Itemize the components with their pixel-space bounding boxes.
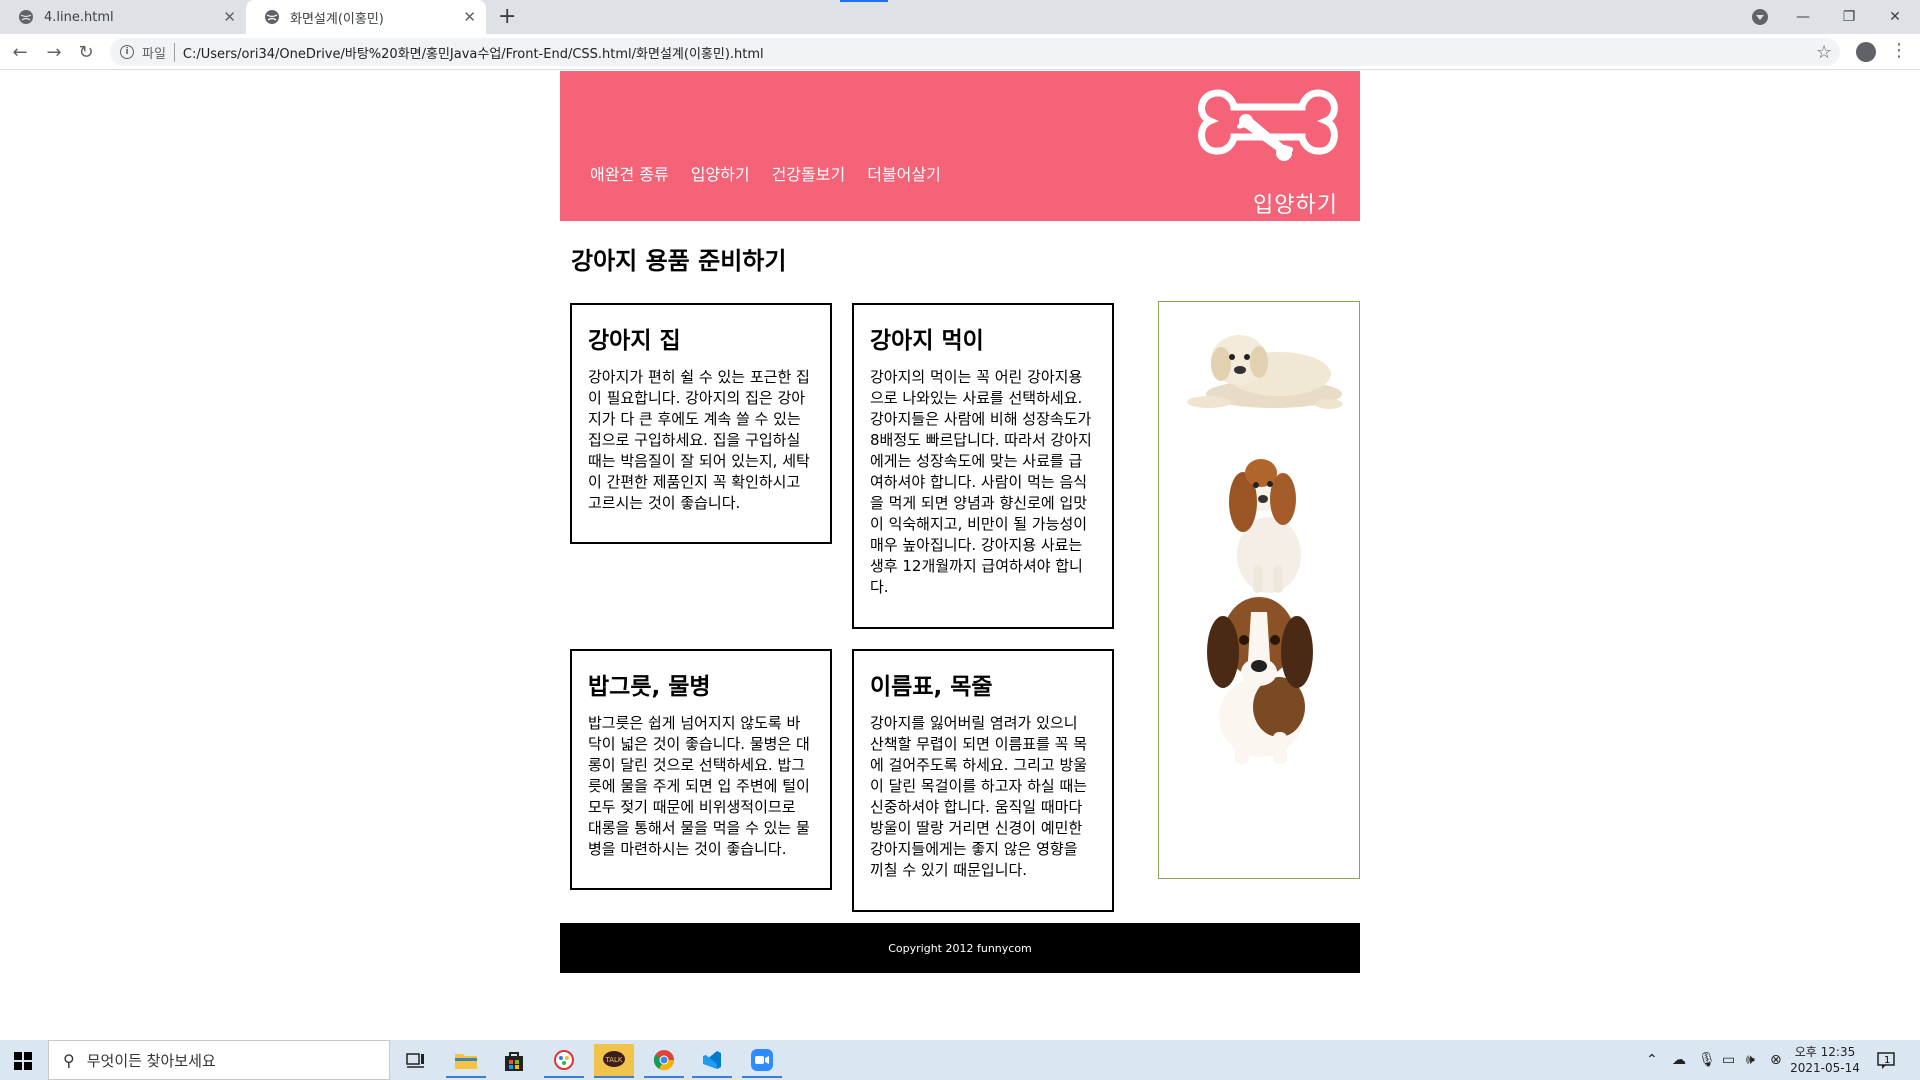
card-title: 밥그릇, 물병 xyxy=(588,674,711,700)
tab-active-page[interactable]: 화면설계(이홍민) ✕ xyxy=(246,0,486,34)
tab-drag-indicator xyxy=(840,0,888,2)
windows-taskbar: ⚲ 무엇이든 찾아보세요 TALK ⌃ ☁ 🎙 ▭ 🕪 ⊗ 오후 12:35 2… xyxy=(0,1040,1920,1080)
spaniel-image xyxy=(1229,459,1301,593)
site-footer: Copyright 2012 funnycom xyxy=(560,923,1360,973)
taskbar-clock[interactable]: 오후 12:35 2021-05-14 xyxy=(1790,1044,1860,1076)
kakaotalk-icon[interactable]: TALK xyxy=(594,1044,634,1078)
chrome-icon[interactable] xyxy=(644,1044,684,1078)
tray-chevron-icon[interactable]: ⌃ xyxy=(1646,1040,1658,1080)
card-title: 이름표, 목줄 xyxy=(870,674,993,700)
tab-title: 화면설계(이홍민) xyxy=(290,11,384,27)
onedrive-icon[interactable]: ☁ xyxy=(1672,1040,1686,1080)
menu-kebab-icon[interactable]: ⋮ xyxy=(1890,40,1908,61)
nav-item-living-together[interactable]: 더불어살기 xyxy=(867,161,941,185)
card-name-tag-collar: 이름표, 목줄 강아지를 잃어버릴 염려가 있으니 산책할 무렵이 되면 이름표… xyxy=(852,649,1114,912)
site-header: 애완견 종류 입양하기 건강돌보기 더불어살기 입양하기 xyxy=(560,71,1360,221)
nav-item-dog-breeds[interactable]: 애완견 종류 xyxy=(590,161,669,185)
vscode-icon[interactable] xyxy=(692,1044,732,1078)
card-body: 밥그릇은 쉽게 넘어지지 않도록 바닥이 넓은 것이 좋습니다. 물병은 대롱이… xyxy=(588,714,810,858)
file-explorer-icon[interactable] xyxy=(446,1044,486,1078)
dog-image-panel xyxy=(1158,301,1360,879)
card-title: 강아지 먹이 xyxy=(870,328,984,354)
forward-icon[interactable]: → xyxy=(42,40,66,64)
globe-icon xyxy=(19,10,33,24)
close-icon[interactable]: ✕ xyxy=(463,9,476,25)
header-adopt-label: 입양하기 xyxy=(1253,193,1338,218)
url-text[interactable]: C:/Users/ori34/OneDrive/바탕%20화면/홍민Java수업… xyxy=(183,43,764,62)
card-body: 강아지를 잃어버릴 염려가 있으니 산책할 무렵이 되면 이름표를 꼭 목에 걸… xyxy=(870,714,1088,879)
back-icon[interactable]: ← xyxy=(8,40,32,64)
nav-item-adoption[interactable]: 입양하기 xyxy=(691,161,750,185)
page-title: 강아지 용품 준비하기 xyxy=(571,247,787,275)
search-icon: ⚲ xyxy=(63,1050,75,1070)
card-body: 강아지의 먹이는 꼭 어린 강아지용으로 나와있는 사료를 선택하세요. 강아지… xyxy=(870,368,1092,596)
nav-item-health[interactable]: 건강돌보기 xyxy=(772,161,846,185)
zoom-icon[interactable] xyxy=(742,1044,782,1078)
reload-icon[interactable]: ↻ xyxy=(74,40,98,64)
new-tab-button[interactable]: + xyxy=(498,4,516,29)
url-scheme: 파일 xyxy=(142,42,175,62)
close-window-button[interactable]: ✕ xyxy=(1872,0,1918,34)
tab-search-icon[interactable] xyxy=(1752,9,1768,25)
taskbar-search-input[interactable]: ⚲ 무엇이든 찾아보세요 xyxy=(48,1040,390,1080)
puppy-lying-image xyxy=(1187,335,1343,409)
network-icon[interactable]: ▭ xyxy=(1722,1040,1735,1080)
bone-logo-icon xyxy=(1198,89,1338,161)
volume-icon[interactable]: 🕪 xyxy=(1746,1040,1755,1080)
notification-count: 1 xyxy=(1884,1055,1891,1066)
tab-line-html[interactable]: 4.line.html ✕ xyxy=(0,0,246,34)
minimize-button[interactable]: — xyxy=(1780,0,1826,34)
address-bar[interactable]: i 파일 C:/Users/ori34/OneDrive/바탕%20화면/홍민J… xyxy=(110,38,1840,66)
info-icon[interactable]: i xyxy=(120,45,134,59)
toolbar: ← → ↻ i 파일 C:/Users/ori34/OneDrive/바탕%20… xyxy=(0,34,1920,70)
page-container: 애완견 종류 입양하기 건강돌보기 더불어살기 입양하기 강아지 용품 준비하기… xyxy=(560,71,1360,973)
profile-avatar[interactable] xyxy=(1856,42,1876,62)
notification-icon[interactable]: 1 xyxy=(1876,1050,1896,1070)
tab-title: 4.line.html xyxy=(44,9,114,25)
search-placeholder: 무엇이든 찾아보세요 xyxy=(86,1051,216,1070)
svg-text:TALK: TALK xyxy=(604,1056,622,1064)
card-dog-food: 강아지 먹이 강아지의 먹이는 꼭 어린 강아지용으로 나와있는 사료를 선택하… xyxy=(852,303,1114,629)
beagle-image xyxy=(1207,597,1313,764)
tab-strip: 4.line.html ✕ 화면설계(이홍민) ✕ + — ❐ ✕ xyxy=(0,0,1920,34)
card-dog-house: 강아지 집 강아지가 편히 쉴 수 있는 포근한 집이 필요합니다. 강아지의 … xyxy=(570,303,832,544)
store-icon[interactable] xyxy=(494,1044,534,1078)
clock-time: 오후 12:35 xyxy=(1794,1045,1856,1059)
paint-app-icon[interactable] xyxy=(544,1044,584,1078)
clock-date: 2021-05-14 xyxy=(1790,1061,1860,1075)
bookmark-star-icon[interactable]: ☆ xyxy=(1816,42,1832,63)
card-body: 강아지가 편히 쉴 수 있는 포근한 집이 필요합니다. 강아지의 집은 강아지… xyxy=(588,368,810,512)
globe-icon xyxy=(265,10,279,24)
card-bowl-bottle: 밥그릇, 물병 밥그릇은 쉽게 넘어지지 않도록 바닥이 넓은 것이 좋습니다.… xyxy=(570,649,832,890)
card-title: 강아지 집 xyxy=(588,328,681,354)
main-nav: 애완견 종류 입양하기 건강돌보기 더불어살기 xyxy=(590,161,941,185)
task-view-icon[interactable] xyxy=(396,1044,436,1078)
restore-button[interactable]: ❐ xyxy=(1826,0,1872,34)
close-icon[interactable]: ✕ xyxy=(223,9,236,25)
ime-icon[interactable]: ⊗ xyxy=(1770,1040,1782,1080)
microphone-icon[interactable]: 🎙 xyxy=(1698,1040,1716,1080)
windows-start-icon[interactable] xyxy=(14,1052,32,1070)
